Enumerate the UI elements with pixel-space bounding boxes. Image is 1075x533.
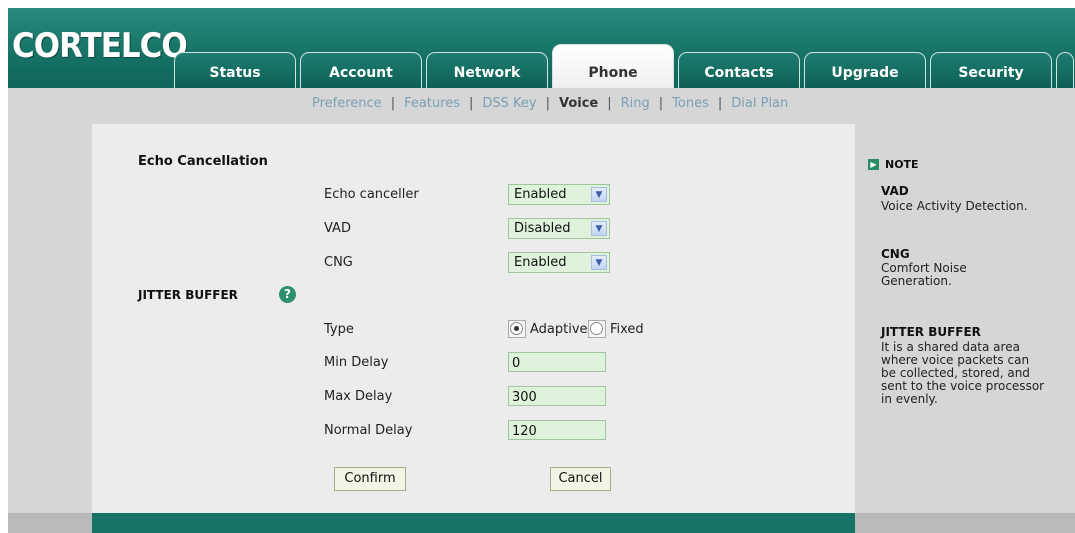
note-header: ▶ NOTE	[868, 158, 919, 171]
left-margin-panel	[8, 124, 92, 513]
subnav-features[interactable]: Features	[404, 96, 460, 111]
main-tabs: Status Account Network Phone Contacts Up…	[174, 44, 1075, 88]
fixed-label: Fixed	[610, 322, 644, 337]
arrow-right-icon: ▶	[868, 159, 879, 170]
max-delay-label: Max Delay	[324, 389, 393, 404]
subnav-dss-key[interactable]: DSS Key	[482, 96, 536, 111]
tab-upgrade[interactable]: Upgrade	[804, 52, 926, 88]
note-cng-text: Comfort Noise Generation.	[881, 261, 967, 288]
subnav-separator: |	[658, 96, 664, 111]
note-vad-text: Voice Activity Detection.	[881, 199, 1028, 213]
subnav-dial-plan[interactable]: Dial Plan	[731, 96, 788, 111]
note-jitter-text: It is a shared data area where voice pac…	[881, 340, 1045, 406]
cortelco-logo: CORTELCO	[12, 26, 188, 66]
max-delay-input[interactable]	[508, 386, 606, 406]
subnav-ring[interactable]: Ring	[621, 96, 650, 111]
echo-cancellation-heading: Echo Cancellation	[138, 154, 268, 169]
fixed-radio[interactable]	[590, 322, 603, 335]
footer-bar	[92, 513, 855, 533]
echo-canceller-value: Enabled	[514, 187, 567, 202]
note-panel	[855, 124, 1075, 513]
header-bar: CORTELCO Status Account Network Phone Co…	[8, 8, 1075, 88]
tab-account[interactable]: Account	[300, 52, 422, 88]
subnav-preference[interactable]: Preference	[312, 96, 382, 111]
chevron-down-icon[interactable]: ▼	[591, 255, 607, 270]
min-delay-input[interactable]	[508, 352, 606, 372]
tab-contacts[interactable]: Contacts	[678, 52, 800, 88]
subnav-separator: |	[607, 96, 612, 111]
footer-left	[8, 513, 92, 533]
chevron-down-icon[interactable]: ▼	[591, 187, 607, 202]
subnav-separator: |	[468, 96, 474, 111]
help-icon[interactable]: ?	[279, 286, 296, 303]
cng-label: CNG	[324, 255, 353, 270]
normal-delay-label: Normal Delay	[324, 423, 413, 438]
adaptive-radio[interactable]	[510, 322, 523, 335]
subnav-tones[interactable]: Tones	[672, 96, 709, 111]
vad-value: Disabled	[514, 221, 571, 236]
chevron-down-icon[interactable]: ▼	[591, 221, 607, 236]
cng-value: Enabled	[514, 255, 567, 270]
vad-label: VAD	[324, 221, 351, 236]
note-cng-title: CNG	[881, 247, 910, 261]
subnav-separator: |	[545, 96, 550, 111]
echo-canceller-label: Echo canceller	[324, 187, 419, 202]
note-jitter-title: JITTER BUFFER	[881, 325, 981, 339]
note-header-label: NOTE	[885, 158, 919, 171]
tab-overflow[interactable]	[1056, 52, 1074, 88]
cancel-button[interactable]: Cancel	[550, 467, 611, 491]
footer-right	[855, 513, 1075, 533]
min-delay-label: Min Delay	[324, 355, 389, 370]
sub-navigation: Preference | Features | DSS Key | Voice …	[8, 88, 1075, 124]
cng-select[interactable]: Enabled ▼	[508, 252, 610, 273]
tab-network[interactable]: Network	[426, 52, 548, 88]
vad-select[interactable]: Disabled ▼	[508, 218, 610, 239]
jitter-buffer-heading: JITTER BUFFER	[138, 288, 238, 302]
tab-phone[interactable]: Phone	[552, 44, 674, 88]
type-label: Type	[324, 322, 354, 337]
subnav-separator: |	[717, 96, 723, 111]
echo-canceller-select[interactable]: Enabled ▼	[508, 184, 610, 205]
subnav-separator: |	[390, 96, 396, 111]
tab-status[interactable]: Status	[174, 52, 296, 88]
adaptive-label: Adaptive	[530, 322, 588, 337]
note-vad-title: VAD	[881, 184, 909, 198]
tab-security[interactable]: Security	[930, 52, 1052, 88]
main-content-panel	[92, 124, 855, 513]
confirm-button[interactable]: Confirm	[334, 467, 406, 491]
normal-delay-input[interactable]	[508, 420, 606, 440]
subnav-voice[interactable]: Voice	[559, 96, 598, 111]
